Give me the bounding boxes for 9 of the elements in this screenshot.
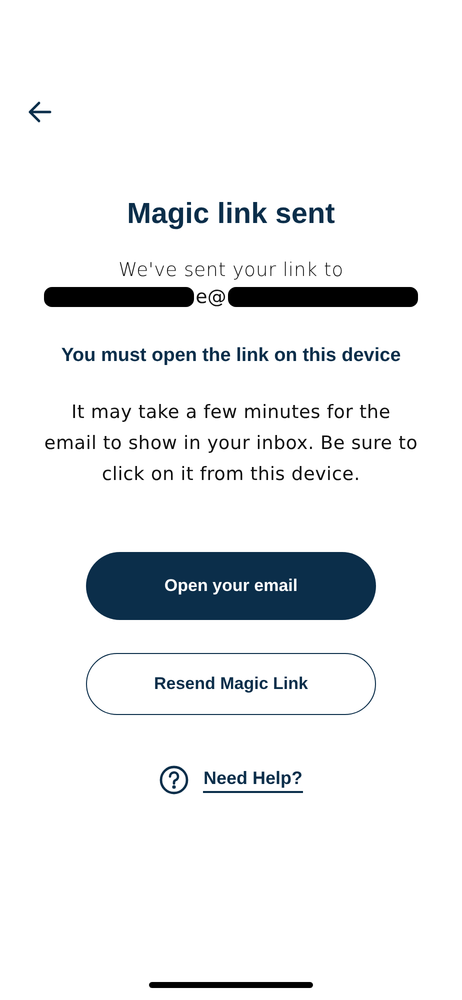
page-title: Magic link sent [127, 198, 335, 231]
device-warning: You must open the link on this device [61, 344, 401, 368]
email-address: e@ [194, 286, 228, 308]
instructions-text: It may take a few minutes for the email to show in your inbox. Be sure to click on it from this device. [44, 401, 418, 487]
open-email-button[interactable]: Open your email [86, 552, 376, 620]
resend-link-button[interactable]: Resend Magic Link [86, 653, 376, 715]
help-link[interactable]: Need Help? [203, 768, 303, 792]
sent-message: We've sent your link to [118, 259, 344, 281]
help-icon[interactable] [159, 765, 190, 795]
